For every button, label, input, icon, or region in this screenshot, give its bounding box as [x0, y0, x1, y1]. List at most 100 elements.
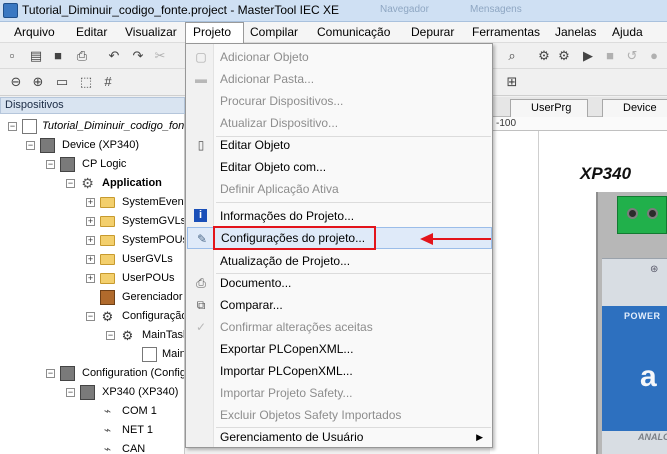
menu-depurar[interactable]: Depurar — [411, 22, 454, 43]
editor-tab-strip: UserPrg Device — [490, 97, 667, 117]
expand-icon[interactable]: + — [86, 274, 95, 283]
breakpoint-icon[interactable]: ● — [646, 48, 662, 64]
menu-item-atualizacao-de-projeto[interactable]: Atualização de Projeto... — [187, 250, 492, 272]
cpu-icon — [80, 385, 95, 400]
collapse-icon[interactable]: − — [46, 369, 55, 378]
menu-ajuda[interactable]: Ajuda — [612, 22, 643, 43]
zoom-in-icon[interactable]: ⊕ — [30, 74, 46, 90]
menu-item-exportar-plcopenxml[interactable]: Exportar PLCopenXML... — [187, 338, 492, 360]
cut-icon[interactable]: ✂ — [152, 48, 168, 64]
tree-label: Tutorial_Diminuir_codigo_fonte — [42, 120, 185, 132]
menu-separator — [216, 202, 491, 203]
collapse-icon[interactable]: − — [46, 160, 55, 169]
collapse-icon[interactable]: − — [86, 312, 95, 321]
menu-item-adicionar-pasta[interactable]: ▬ Adicionar Pasta... — [187, 68, 492, 90]
collapse-icon[interactable]: − — [26, 141, 35, 150]
login-icon[interactable]: ⚙ — [536, 48, 552, 64]
menu-comunicacao[interactable]: Comunicação — [317, 22, 390, 43]
tab-device[interactable]: Device — [602, 99, 667, 117]
tree-label: UserGVLs — [122, 253, 173, 265]
menu-item-gerenciamento-de-usuario[interactable]: Gerenciamento de Usuário ▶ — [187, 426, 492, 448]
pin-icon[interactable]: ⊞ — [504, 74, 520, 90]
menu-janelas[interactable]: Janelas — [555, 22, 596, 43]
menu-item-importar-plcopenxml[interactable]: Importar PLCopenXML... — [187, 360, 492, 382]
menu-visualizar[interactable]: Visualizar — [125, 22, 177, 43]
submenu-arrow-icon: ▶ — [476, 432, 483, 442]
tree-label: CP Logic — [82, 158, 127, 170]
serial-port-icon: ⌁ — [103, 404, 112, 418]
tree-label: MainTask — [142, 329, 185, 341]
new-file-icon[interactable]: ▫ — [4, 48, 20, 64]
collapse-icon[interactable]: − — [66, 388, 75, 397]
expand-icon[interactable]: + — [86, 255, 95, 264]
plc-footer-label: ANALOG — [638, 432, 667, 442]
undo-icon[interactable]: ↶ — [106, 48, 122, 64]
redo-icon[interactable]: ↷ — [130, 48, 146, 64]
menu-item-procurar-dispositivos[interactable]: Procurar Dispositivos... — [187, 90, 492, 112]
open-folder-icon[interactable]: ▤ — [28, 48, 44, 64]
stop-icon[interactable]: ■ — [602, 48, 618, 64]
run-icon[interactable]: ▶ — [580, 48, 596, 64]
task-icon: ⚙ — [121, 328, 134, 343]
project-icon — [22, 119, 37, 134]
zoom-out-icon[interactable]: ⊖ — [8, 74, 24, 90]
collapse-icon[interactable]: − — [106, 331, 115, 340]
terminal-block — [617, 196, 667, 234]
folder-icon: ▬ — [195, 72, 207, 86]
devices-panel-header: Dispositivos — [0, 97, 185, 114]
print-icon[interactable]: ⎙ — [74, 48, 90, 64]
menu-item-documento[interactable]: ⎙ Documento... — [187, 272, 492, 294]
collapse-icon[interactable]: − — [8, 122, 17, 131]
folder-icon — [100, 216, 115, 227]
background-hint-2: Mensagens — [470, 4, 522, 15]
selection-icon[interactable]: ⬚ — [78, 74, 94, 90]
tree-label: SystemPOUs — [122, 234, 185, 246]
menu-item-comparar[interactable]: ⧉ Comparar... — [187, 294, 492, 316]
grid-icon[interactable]: # — [100, 74, 116, 90]
menu-item-atualizar-dispositivo[interactable]: Atualizar Dispositivo... — [187, 112, 492, 134]
collapse-icon[interactable]: − — [66, 179, 75, 188]
tab-userprg[interactable]: UserPrg — [510, 99, 588, 117]
menu-item-editar-objeto-com[interactable]: Editar Objeto com... — [187, 156, 492, 178]
menu-item-importar-projeto-safety[interactable]: Importar Projeto Safety... — [187, 382, 492, 404]
save-icon[interactable]: ■ — [50, 48, 66, 64]
menu-item-editar-objeto[interactable]: ▯ Editar Objeto — [187, 134, 492, 156]
tree-label: SystemGVLs — [122, 215, 185, 227]
plc-label-area — [602, 306, 667, 431]
ruler-icon[interactable]: ▭ — [54, 74, 70, 90]
edit-object-icon: ▯ — [197, 138, 205, 152]
menu-editar[interactable]: Editar — [76, 22, 107, 43]
app-icon — [3, 3, 18, 18]
menu-item-definir-aplicacao-ativa[interactable]: Definir Aplicação Ativa — [187, 178, 492, 200]
menu-item-informacoes-do-projeto[interactable]: i Informações do Projeto... — [187, 205, 492, 227]
expand-icon[interactable]: + — [86, 236, 95, 245]
menu-item-confirmar-alteracoes[interactable]: ✓ Confirmar alterações aceitas — [187, 316, 492, 338]
tree-label: SystemEvents — [122, 196, 184, 208]
menu-arquivo[interactable]: Arquivo — [14, 22, 55, 43]
tree-label: Device (XP340) — [62, 139, 140, 151]
tree-label: Application — [102, 177, 162, 189]
tree-label: Gerenciador — [122, 291, 183, 303]
background-hint-1: Navegador — [380, 4, 429, 15]
find-icon[interactable]: ⌕ — [504, 48, 520, 64]
logout-icon[interactable]: ⚙ — [556, 48, 572, 64]
menu-bar: Arquivo Editar Visualizar Projeto Compil… — [0, 22, 667, 43]
confirm-icon: ✓ — [195, 320, 207, 334]
menu-projeto[interactable]: Projeto — [185, 22, 244, 43]
menu-compilar[interactable]: Compilar — [250, 22, 298, 43]
expand-icon[interactable]: + — [86, 217, 95, 226]
menu-item-excluir-objetos-safety[interactable]: Excluir Objetos Safety Importados — [187, 404, 492, 426]
tree-label: NET 1 — [122, 424, 153, 436]
menu-item-adicionar-objeto[interactable]: ▢ Adicionar Objeto — [187, 46, 492, 68]
brand-logo: a — [640, 360, 657, 393]
expand-icon[interactable]: + — [86, 198, 95, 207]
menu-ferramentas[interactable]: Ferramentas — [472, 22, 540, 43]
application-gear-icon: ⚙ — [81, 175, 94, 191]
window-title: Tutorial_Diminuir_codigo_fonte.project -… — [22, 3, 340, 17]
settings-icon: ✎ — [196, 232, 208, 246]
folder-icon — [100, 254, 115, 265]
reset-icon[interactable]: ↺ — [624, 48, 640, 64]
devices-tree: − Tutorial_Diminuir_codigo_fonte − Devic… — [0, 114, 185, 454]
info-icon: i — [194, 209, 207, 222]
folder-icon — [100, 235, 115, 246]
